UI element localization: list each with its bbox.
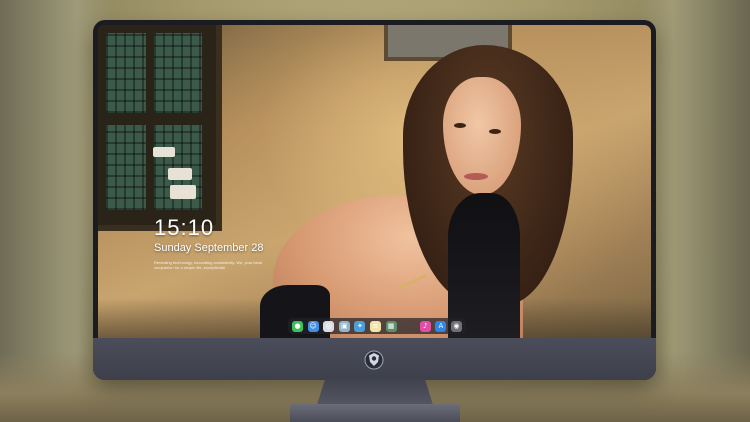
window-pane <box>106 33 146 113</box>
photo-icon[interactable]: ▦ <box>385 320 397 332</box>
safari-icon[interactable]: ◎ <box>323 320 335 332</box>
wallpaper-person-eye <box>454 123 466 128</box>
imovie-icon[interactable]: ✦ <box>354 320 366 332</box>
finder-icon[interactable]: ☺ <box>307 320 319 332</box>
monitor: 15:10 Sunday September 28 Revealing tech… <box>93 20 656 380</box>
camera-icon[interactable]: ◉ <box>450 320 462 332</box>
wallpaper-sign <box>168 168 192 180</box>
music-icon[interactable]: ♪ <box>419 320 431 332</box>
shield-logo-icon <box>364 350 384 370</box>
app-store-icon[interactable]: A <box>435 320 447 332</box>
wallpaper-person-eye <box>489 129 501 134</box>
wallpaper-person-sleeve <box>448 193 520 338</box>
monitor-chin <box>93 338 656 380</box>
wallpaper-sign <box>153 147 175 157</box>
wallpaper-sign <box>170 185 196 199</box>
wallpaper-window <box>98 25 222 231</box>
notes-icon[interactable]: ≡ <box>369 320 381 332</box>
window-pane <box>154 33 202 113</box>
clock-date: Sunday September 28 <box>154 242 264 254</box>
lock-screen-tagline: Revealing technology, innovating consist… <box>154 260 262 270</box>
preview-icon[interactable]: ▣ <box>338 320 350 332</box>
messages-icon[interactable]: ● <box>292 320 303 332</box>
monitor-stand-base <box>290 404 460 422</box>
window-pane <box>106 125 146 210</box>
dock: ● ☺ ◎ ▣ ✦ ≡ ▦ ♪ A ◉ <box>288 318 466 334</box>
lock-screen[interactable]: 15:10 Sunday September 28 Revealing tech… <box>98 25 651 338</box>
clock-time: 15:10 <box>154 215 215 240</box>
wallpaper-person-lips <box>464 173 488 180</box>
